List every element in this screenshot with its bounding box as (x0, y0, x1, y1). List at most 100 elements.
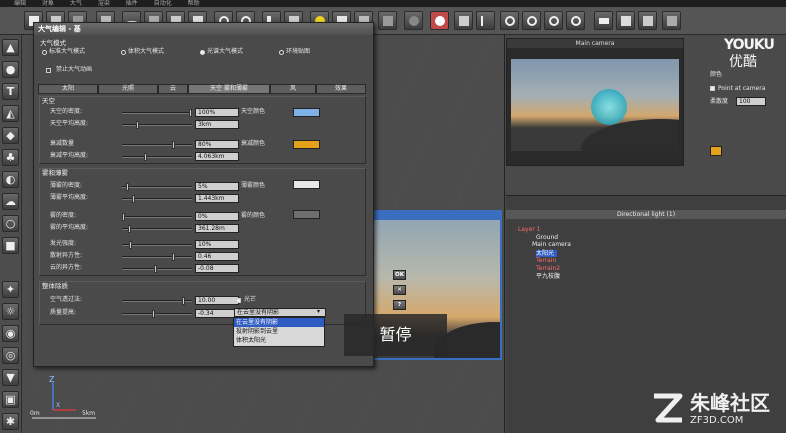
tree-item-camera[interactable]: Main camera (518, 241, 786, 249)
tab-sun[interactable]: 太阳 (38, 84, 98, 94)
decay-color-swatch[interactable] (293, 140, 320, 149)
haze-density-field[interactable]: 5% (195, 182, 239, 191)
haze-density-slider[interactable] (122, 183, 192, 191)
haze-color-swatch[interactable] (293, 180, 320, 189)
tab-light[interactable]: 光照 (98, 84, 158, 94)
tree-item-terrain2[interactable]: Terrain2 (518, 265, 786, 273)
decay-height-field[interactable]: 4.063km (195, 152, 239, 161)
radio-standard[interactable] (42, 50, 47, 55)
sun-icon[interactable]: ☼ (2, 303, 19, 320)
text-icon[interactable]: T (2, 83, 19, 100)
option-volumetric-sun[interactable]: 体积太阳光 (234, 336, 324, 345)
tree-item-sunlight[interactable]: 太阳光 (536, 249, 558, 258)
decay-height-slider[interactable] (122, 153, 192, 161)
point-at-camera-checkbox[interactable] (710, 86, 715, 91)
zoom-in-icon[interactable] (522, 11, 541, 30)
render-options-button[interactable] (454, 11, 473, 30)
rock-icon[interactable]: ◆ (2, 127, 19, 144)
close-button[interactable]: ✕ (393, 285, 406, 295)
quality-slider[interactable] (122, 310, 192, 318)
cloud-icon[interactable]: ☁ (2, 193, 19, 210)
disable-anim-checkbox[interactable] (46, 68, 51, 73)
zoom-out-icon[interactable] (544, 11, 563, 30)
ring-icon[interactable]: ○ (2, 215, 19, 232)
filmstrip-icon[interactable] (594, 11, 613, 30)
cloud-aniso-slider[interactable] (122, 265, 192, 273)
torus-icon[interactable]: ◎ (2, 347, 19, 364)
menu-edit[interactable]: 编辑 (14, 0, 26, 7)
haze-height-slider[interactable] (122, 195, 192, 203)
tab-sky-fog[interactable]: 天空 雾和薄雾 (188, 84, 270, 94)
search-icon[interactable] (500, 11, 519, 30)
ok-button[interactable]: OK (393, 270, 406, 280)
radio-envmap[interactable] (279, 50, 284, 55)
terrain-icon[interactable]: ▲ (2, 39, 19, 56)
layout-icon[interactable] (638, 11, 657, 30)
video-icon[interactable] (616, 11, 635, 30)
cube-icon[interactable]: ■ (2, 237, 19, 254)
fan-icon[interactable]: ✱ (2, 413, 19, 430)
air-transmit-slider[interactable] (122, 297, 192, 305)
fog-density-field[interactable]: 0% (195, 212, 239, 221)
menu-automation[interactable]: 自动化 (154, 0, 172, 7)
tree-item-layer[interactable]: Layer 1 (518, 226, 786, 234)
softness-field[interactable]: 100 (736, 97, 766, 106)
plant-icon[interactable]: ♣ (2, 149, 19, 166)
menu-atmosphere[interactable]: 大气 (70, 0, 82, 7)
camera-preview-image (511, 59, 679, 151)
cloud-aniso-field[interactable]: -0.08 (195, 264, 239, 273)
glow-slider[interactable] (122, 241, 192, 249)
camera-icon[interactable]: ▣ (2, 391, 19, 408)
scatter-field[interactable]: 0.46 (195, 252, 239, 261)
menu-render[interactable]: 渲染 (98, 0, 110, 7)
air-transmit-field[interactable]: 10.00 (195, 296, 239, 305)
option-no-cloud-shadow[interactable]: 在云里没有阴影 (234, 318, 324, 327)
grid-icon[interactable] (662, 11, 681, 30)
render-button[interactable] (430, 11, 449, 30)
texture-tool-button[interactable] (378, 11, 397, 30)
sky-height-slider[interactable] (122, 121, 192, 129)
sky-density-field[interactable]: 100% (195, 108, 239, 117)
mountain-icon[interactable]: ◭ (2, 105, 19, 122)
radio-spectral[interactable] (200, 50, 205, 55)
decay-amount-field[interactable]: 80% (195, 140, 239, 149)
settings-tool-button[interactable] (404, 11, 423, 30)
haze-height-field[interactable]: 1.443km (195, 194, 239, 203)
zoom-fit-icon[interactable] (566, 11, 585, 30)
scatter-slider[interactable] (122, 253, 192, 261)
decay-amount-slider[interactable] (122, 141, 192, 149)
sky-color-swatch[interactable] (293, 108, 320, 117)
camera-tool-button[interactable] (476, 11, 495, 30)
point-at-camera-label: Point at camera (718, 85, 766, 92)
fog-height-field[interactable]: 361.28m (195, 224, 239, 233)
lights-checkbox[interactable] (236, 298, 241, 303)
sky-height-field[interactable]: 3km (195, 120, 239, 129)
menu-plugins[interactable]: 插件 (126, 0, 138, 7)
radio-volumetric[interactable] (121, 50, 126, 55)
tab-effects[interactable]: 效果 (316, 84, 366, 94)
tab-wind[interactable]: 风 (270, 84, 316, 94)
cone-icon[interactable]: ▼ (2, 369, 19, 386)
light-color-swatch[interactable] (710, 146, 722, 156)
menu-object[interactable]: 对象 (42, 0, 54, 7)
stone-icon[interactable]: ◐ (2, 171, 19, 188)
tree-item-plane[interactable]: 平九枝腹 (518, 273, 786, 281)
sky-density-slider[interactable] (122, 109, 192, 117)
tab-cloud[interactable]: 云 (158, 84, 188, 94)
fog-color-swatch[interactable] (293, 210, 320, 219)
help-button[interactable]: ? (393, 300, 406, 310)
lamp-icon[interactable]: ◉ (2, 325, 19, 342)
camera-view[interactable]: Main camera (506, 38, 684, 166)
tree-item-ground[interactable]: Ground (518, 234, 786, 242)
menu-help[interactable]: 帮助 (188, 0, 200, 7)
fog-height-slider[interactable] (122, 225, 192, 233)
sphere-icon[interactable]: ● (2, 61, 19, 78)
option-cast-shadow[interactable]: 投射阴影到云里 (234, 327, 324, 336)
chevron-down-icon[interactable]: ▾ (317, 308, 320, 316)
glow-field[interactable]: 10% (195, 240, 239, 249)
fog-density-slider[interactable] (122, 213, 192, 221)
shadow-select[interactable]: 在云里没有阴影 (234, 308, 326, 317)
youku-watermark: YOUKU (724, 37, 775, 53)
light-icon[interactable]: ✦ (2, 281, 19, 298)
tree-item-terrain[interactable]: Terrain (518, 257, 786, 265)
